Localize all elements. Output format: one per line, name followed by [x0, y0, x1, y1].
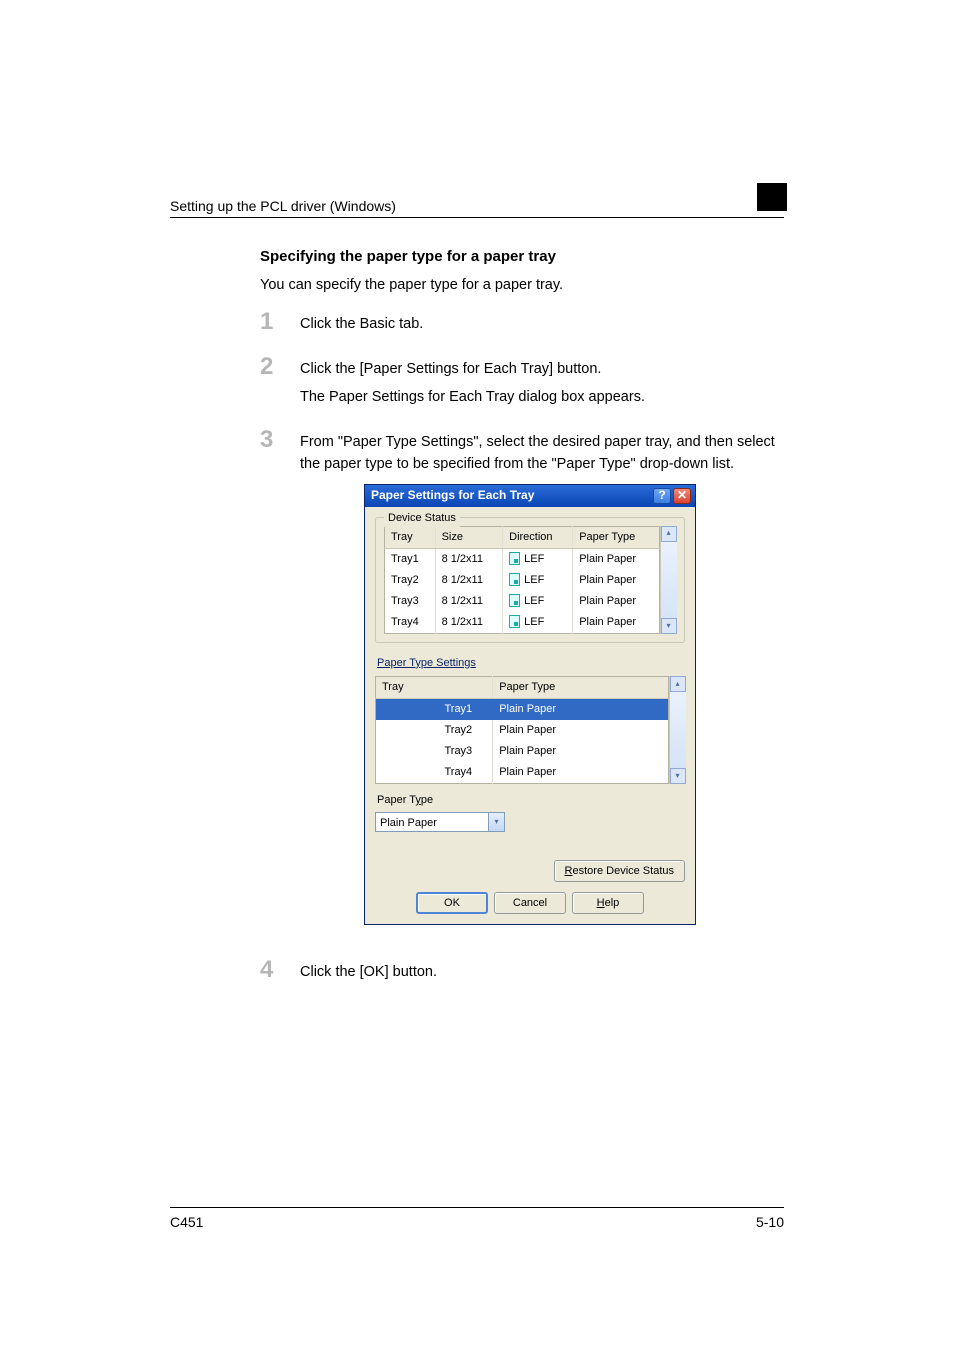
device-status-group: Device Status Tray Size Direction Paper … — [375, 517, 685, 643]
close-icon[interactable]: ✕ — [673, 488, 691, 504]
table-row[interactable]: Tray48 1/2x11LEFPlain Paper — [385, 612, 660, 634]
footer-model: C451 — [170, 1214, 203, 1230]
scroll-track[interactable] — [670, 692, 686, 768]
vertical-scrollbar[interactable]: ▴ ▾ — [669, 676, 685, 784]
table-row[interactable]: Tray4Plain Paper — [376, 762, 669, 784]
chapter-marker: 5 — [757, 180, 784, 214]
direction-icon — [509, 552, 520, 565]
dropdown-value: Plain Paper — [375, 812, 489, 832]
intro-text: You can specify the paper type for a pap… — [260, 275, 784, 295]
step-text: The Paper Settings for Each Tray dialog … — [300, 386, 645, 408]
col-paper-type[interactable]: Paper Type — [573, 526, 660, 548]
table-row[interactable]: Tray3Plain Paper — [376, 741, 669, 762]
chevron-down-icon[interactable]: ▾ — [489, 812, 505, 832]
cancel-button[interactable]: Cancel — [494, 892, 566, 914]
step-number: 1 — [260, 310, 300, 341]
direction-icon — [509, 615, 520, 628]
col-tray[interactable]: Tray — [376, 676, 493, 698]
table-row[interactable]: Tray2Plain Paper — [376, 720, 669, 741]
scroll-track[interactable] — [661, 542, 677, 618]
paper-type-dropdown[interactable]: Plain Paper ▾ — [375, 812, 505, 832]
chapter-number: 5 — [767, 180, 784, 214]
paper-type-settings-table: Tray Paper Type Tray1Plain Paper Tray2Pl… — [375, 676, 669, 784]
help-button[interactable]: Help — [572, 892, 644, 914]
scroll-down-icon[interactable]: ▾ — [661, 618, 677, 634]
step-text: From "Paper Type Settings", select the d… — [300, 431, 784, 476]
col-direction[interactable]: Direction — [503, 526, 573, 548]
device-status-table: Tray Size Direction Paper Type Tray18 1/… — [384, 526, 660, 634]
step-text: Click the Basic tab. — [300, 313, 423, 335]
direction-icon — [509, 594, 520, 607]
scroll-down-icon[interactable]: ▾ — [670, 768, 686, 784]
restore-device-status-button[interactable]: Restore Device Status — [554, 860, 685, 882]
section-title: Setting up the PCL driver (Windows) — [170, 198, 396, 214]
step-number: 3 — [260, 428, 300, 946]
dialog-title-text: Paper Settings for Each Tray — [371, 486, 653, 505]
col-size[interactable]: Size — [435, 526, 503, 548]
subheading: Specifying the paper type for a paper tr… — [260, 248, 784, 265]
group-legend: Device Status — [384, 510, 460, 527]
table-row[interactable]: Tray38 1/2x11LEFPlain Paper — [385, 591, 660, 612]
step-number: 4 — [260, 958, 300, 989]
col-tray[interactable]: Tray — [385, 526, 436, 548]
footer-page-number: 5-10 — [756, 1214, 784, 1230]
table-row[interactable]: Tray1Plain Paper — [376, 698, 669, 720]
paper-type-settings-link[interactable]: Paper Type Settings — [375, 653, 685, 676]
paper-type-label: Paper Type — [377, 792, 685, 809]
scroll-up-icon[interactable]: ▴ — [670, 676, 686, 692]
dialog-titlebar[interactable]: Paper Settings for Each Tray ? ✕ — [365, 485, 695, 507]
page-header: Setting up the PCL driver (Windows) 5 — [170, 180, 784, 218]
page-footer: C451 5-10 — [170, 1207, 784, 1230]
table-row[interactable]: Tray18 1/2x11LEFPlain Paper — [385, 548, 660, 570]
scroll-up-icon[interactable]: ▴ — [661, 526, 677, 542]
step-text: Click the [Paper Settings for Each Tray]… — [300, 358, 645, 380]
vertical-scrollbar[interactable]: ▴ ▾ — [660, 526, 676, 634]
step-text: Click the [OK] button. — [300, 961, 437, 983]
step-number: 2 — [260, 355, 300, 415]
table-row[interactable]: Tray28 1/2x11LEFPlain Paper — [385, 570, 660, 591]
help-icon[interactable]: ? — [653, 488, 671, 504]
col-paper-type[interactable]: Paper Type — [493, 676, 669, 698]
ok-button[interactable]: OK — [416, 892, 488, 914]
paper-settings-dialog: Paper Settings for Each Tray ? ✕ Device … — [364, 484, 696, 926]
direction-icon — [509, 573, 520, 586]
